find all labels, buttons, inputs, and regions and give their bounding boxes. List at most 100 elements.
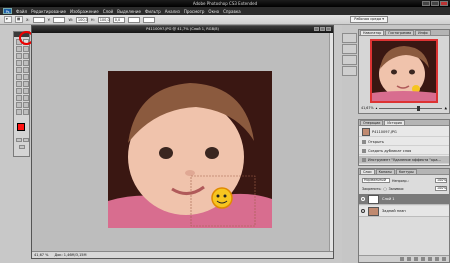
baby-photo-image: [108, 71, 272, 228]
visibility-eye-icon[interactable]: [361, 197, 365, 201]
panel-icon-brushes[interactable]: [342, 33, 357, 43]
fill-field[interactable]: 100%: [435, 186, 447, 191]
doc-minimize-button[interactable]: [314, 27, 319, 31]
navigator-zoom-row: 41,67% ▴ ▲: [361, 105, 447, 111]
zoom-in-icon[interactable]: ▲: [444, 106, 447, 110]
zoom-out-icon[interactable]: ▴: [376, 106, 378, 110]
tab-info[interactable]: Инфо: [415, 30, 431, 35]
minimize-button[interactable]: [422, 1, 430, 6]
new-group-icon[interactable]: [428, 257, 432, 261]
navigator-zoom-value[interactable]: 41,67%: [361, 106, 374, 110]
panel-icon-layer-comps[interactable]: [342, 66, 357, 76]
tab-navigator[interactable]: Навигатор: [360, 30, 385, 35]
navigator-panel: Навигатор Гистограмма Инфо 41,67% ▴ ▲: [358, 29, 450, 114]
magic-wand-tool-icon[interactable]: [23, 46, 29, 52]
zoom-tool-icon[interactable]: [23, 109, 29, 115]
delete-layer-icon[interactable]: [442, 257, 446, 261]
tool-preset-picker[interactable]: ▾: [4, 16, 12, 23]
healing-brush-tool-icon[interactable]: [16, 60, 22, 66]
gradient-tool-icon[interactable]: [23, 74, 29, 80]
blur-tool-icon[interactable]: [16, 81, 22, 87]
shape-tool-icon[interactable]: [23, 95, 29, 101]
menu-file[interactable]: Файл: [16, 9, 27, 14]
layer-row[interactable]: Задний план: [359, 206, 449, 217]
lock-icon[interactable]: ▢: [384, 187, 387, 191]
zoom-slider[interactable]: [379, 105, 443, 111]
screen-mode-icon[interactable]: [19, 145, 25, 149]
link-layers-icon[interactable]: [400, 257, 404, 261]
x-field[interactable]: [32, 16, 45, 23]
canvas-area[interactable]: [32, 33, 333, 252]
tab-channels[interactable]: Каналы: [375, 169, 395, 174]
panel-icon-clone-source[interactable]: [342, 55, 357, 65]
menu-analysis[interactable]: Анализ: [165, 9, 180, 14]
close-button[interactable]: [440, 1, 448, 6]
navigator-thumbnail[interactable]: [370, 39, 438, 103]
document-tab[interactable]: P4110097.JPG @ 41,7% (Слой 1, RGB/8): [32, 26, 333, 33]
eraser-tool-icon[interactable]: [16, 74, 22, 80]
eyedropper-tool-icon[interactable]: [23, 102, 29, 108]
menu-image[interactable]: Изображение: [70, 9, 99, 14]
v-skew-field[interactable]: [142, 16, 155, 23]
history-item[interactable]: Создать дубликат слоя: [359, 147, 449, 155]
workspace-button[interactable]: Рабочая среда ▾: [350, 16, 388, 23]
angle-field[interactable]: 0,0: [112, 16, 125, 23]
pen-tool-icon[interactable]: [16, 88, 22, 94]
tab-layers[interactable]: Слои: [360, 169, 375, 174]
type-tool-icon[interactable]: [23, 88, 29, 94]
tab-histogram[interactable]: Гистограмма: [385, 30, 415, 35]
menu-select[interactable]: Выделение: [117, 9, 141, 14]
navigator-tabs: Навигатор Гистограмма Инфо: [359, 30, 449, 36]
menu-filter[interactable]: Фильтр: [145, 9, 161, 14]
new-layer-icon[interactable]: [435, 257, 439, 261]
photo-canvas[interactable]: [108, 71, 272, 228]
height-field[interactable]: 100,0: [97, 16, 110, 23]
standard-mode-icon[interactable]: [16, 138, 22, 142]
layer-row-selected[interactable]: Слой 1: [359, 194, 449, 205]
maximize-button[interactable]: [431, 1, 439, 6]
menu-window[interactable]: Окно: [208, 9, 219, 14]
options-bar: ▾ ▦ X: Y: W: 100,0 H: 100,0 0,0 Рабочая …: [0, 15, 450, 25]
history-item[interactable]: Открыть: [359, 138, 449, 146]
lasso-tool-icon[interactable]: [16, 46, 22, 52]
layer-thumbnail: [368, 206, 379, 216]
history-item-current[interactable]: Инструмент "Удаление эффекта "кра...: [359, 156, 449, 164]
reference-point-icon[interactable]: ▦: [15, 16, 23, 23]
zoom-readout[interactable]: 41,67 %: [34, 253, 48, 257]
crop-tool-icon[interactable]: [16, 53, 22, 59]
hand-tool-icon[interactable]: [16, 109, 22, 115]
tab-history[interactable]: История: [384, 120, 405, 125]
quick-mask-icon[interactable]: [23, 138, 29, 142]
panel-icon-tool-presets[interactable]: [342, 44, 357, 54]
foreground-color-swatch[interactable]: [17, 123, 25, 131]
visibility-eye-icon[interactable]: [361, 209, 365, 213]
doc-close-button[interactable]: [326, 27, 331, 31]
menu-layer[interactable]: Слой: [103, 9, 113, 14]
doc-maximize-button[interactable]: [320, 27, 325, 31]
tab-actions[interactable]: Операции: [360, 120, 384, 125]
layer-mask-icon[interactable]: [414, 257, 418, 261]
path-selection-tool-icon[interactable]: [16, 95, 22, 101]
h-skew-field[interactable]: [127, 16, 140, 23]
clone-stamp-tool-icon[interactable]: [16, 67, 22, 73]
layers-panel: Слои Каналы Контуры Нормальный Непрозр.:…: [358, 168, 450, 263]
slice-tool-icon[interactable]: [23, 53, 29, 59]
opacity-field[interactable]: 100%: [435, 178, 447, 183]
dodge-tool-icon[interactable]: [23, 81, 29, 87]
tab-paths[interactable]: Контуры: [395, 169, 417, 174]
notes-tool-icon[interactable]: [16, 102, 22, 108]
history-brush-tool-icon[interactable]: [23, 67, 29, 73]
vertical-scrollbar[interactable]: [329, 33, 333, 252]
menu-help[interactable]: Справка: [223, 9, 241, 14]
blend-mode-select[interactable]: Нормальный: [362, 178, 390, 183]
layers-tabs: Слои Каналы Контуры: [359, 169, 449, 175]
adjustment-layer-icon[interactable]: [421, 257, 425, 261]
menu-edit[interactable]: Редактирование: [31, 9, 66, 14]
layer-style-icon[interactable]: [407, 257, 411, 261]
y-field[interactable]: [53, 16, 66, 23]
menu-view[interactable]: Просмотр: [184, 9, 205, 14]
zoom-slider-knob[interactable]: [417, 105, 421, 111]
history-snapshot[interactable]: P4110097.JPG: [359, 127, 449, 137]
brush-tool-icon[interactable]: [23, 60, 29, 66]
width-field[interactable]: 100,0: [75, 16, 88, 23]
